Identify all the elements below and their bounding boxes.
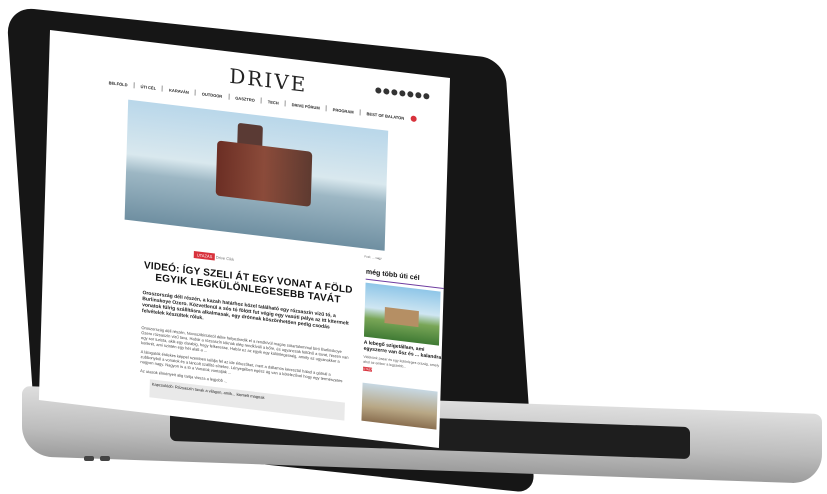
nav-item[interactable]: KARAVÁN — [169, 87, 189, 94]
usb-port — [100, 456, 110, 461]
nav-item[interactable]: OUTDOOR — [202, 91, 223, 98]
sidebar-story-image-2[interactable] — [361, 382, 438, 430]
youtube-icon[interactable] — [391, 89, 398, 96]
category-tag[interactable]: UTAZÁS — [193, 251, 216, 261]
laptop-scene: DRIVE BELFÖLD ÚTI CÉL KARAVÁN OUTDOOR GA… — [0, 0, 827, 494]
usb-port — [84, 456, 94, 461]
browser-screen: DRIVE BELFÖLD ÚTI CÉL KARAVÁN OUTDOOR GA… — [38, 30, 451, 448]
spotify-icon[interactable] — [407, 90, 414, 98]
building-shape — [384, 307, 419, 328]
tiktok-icon[interactable] — [399, 90, 406, 97]
nav-item[interactable]: BELFÖLD — [109, 80, 128, 87]
nav-item[interactable]: PROGRAM — [333, 107, 354, 115]
category-meta: Drive Cikk — [215, 254, 235, 262]
hero-image — [124, 99, 389, 251]
sidebar: még több úti cél A lebegő szigetállam, a… — [361, 269, 444, 430]
nav-badge — [410, 115, 417, 123]
search-icon[interactable] — [415, 91, 422, 99]
social-icons — [375, 87, 430, 100]
instagram-icon[interactable] — [383, 88, 390, 95]
menu-icon[interactable] — [423, 92, 430, 100]
facebook-icon[interactable] — [375, 87, 382, 94]
nav-item[interactable]: GASZTRO — [235, 95, 255, 102]
sidebar-story-tag[interactable]: UTAZÁS — [362, 366, 375, 372]
nav-item[interactable]: BEST OF BALATON — [367, 111, 405, 121]
image-caption: Fotó: ... vagy — [364, 254, 382, 261]
site-logo[interactable]: DRIVE — [229, 64, 308, 97]
nav-item[interactable]: DRIVE FÓRUM — [292, 102, 320, 110]
nav-item[interactable]: TECH — [268, 99, 279, 105]
train-shape — [215, 140, 313, 207]
sidebar-story-image[interactable] — [363, 282, 441, 346]
nav-item[interactable]: ÚTI CÉL — [140, 84, 156, 91]
